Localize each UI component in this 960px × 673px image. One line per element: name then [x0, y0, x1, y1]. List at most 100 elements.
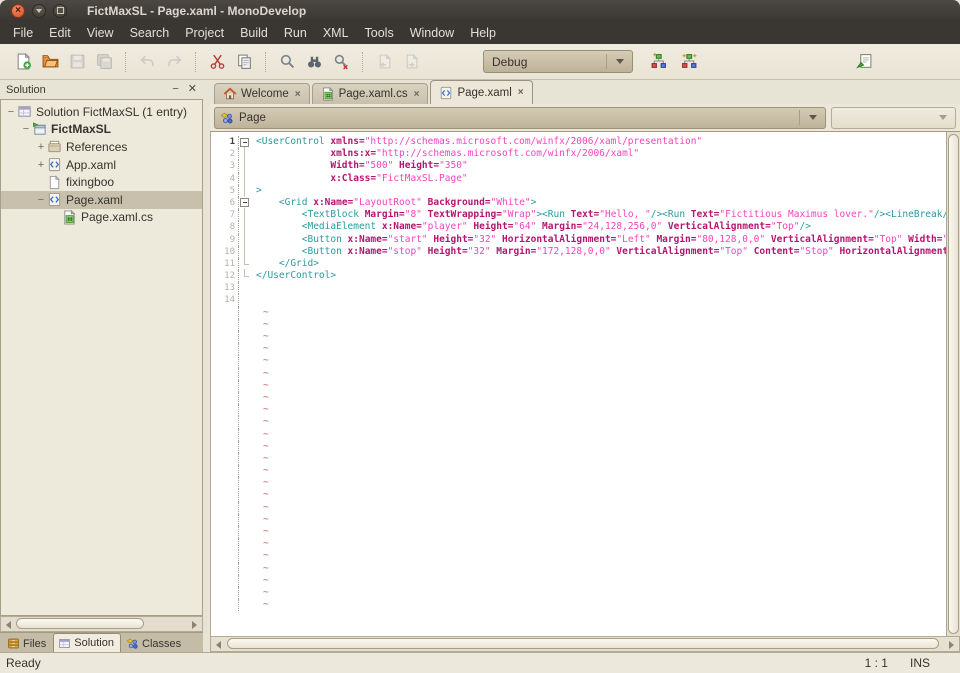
- menu-search[interactable]: Search: [122, 24, 178, 42]
- tree-expander-icon[interactable]: −: [5, 106, 17, 118]
- tab-close-icon[interactable]: ×: [414, 89, 420, 100]
- tab-page-xaml[interactable]: Page.xaml×: [430, 80, 532, 104]
- close-button[interactable]: ×: [11, 4, 25, 18]
- find-replace-button[interactable]: [328, 49, 355, 74]
- code-line[interactable]: 5>: [211, 185, 947, 197]
- menu-view[interactable]: View: [79, 24, 122, 42]
- panel-minimize-button[interactable]: −: [172, 84, 178, 95]
- empty-line[interactable]: ~: [211, 526, 947, 538]
- fold-marker-icon[interactable]: [238, 136, 252, 148]
- empty-line[interactable]: ~: [211, 575, 947, 587]
- menu-edit[interactable]: Edit: [41, 24, 79, 42]
- empty-line[interactable]: ~: [211, 429, 947, 441]
- add-class-hierarchy-button[interactable]: [676, 49, 703, 74]
- code-line[interactable]: 3 Width="500" Height="350": [211, 160, 947, 172]
- empty-line[interactable]: ~: [211, 404, 947, 416]
- code-line[interactable]: 14: [211, 294, 947, 306]
- pad-tab-solution[interactable]: Solution: [53, 633, 121, 652]
- copy-button[interactable]: [231, 49, 258, 74]
- empty-line[interactable]: ~: [211, 514, 947, 526]
- code-line[interactable]: 8 <MediaElement x:Name="player" Height="…: [211, 221, 947, 233]
- empty-line[interactable]: ~: [211, 465, 947, 477]
- menu-project[interactable]: Project: [177, 24, 232, 42]
- empty-line[interactable]: ~: [211, 368, 947, 380]
- tree-item-page-xaml[interactable]: −Page.xaml: [1, 191, 202, 209]
- empty-line[interactable]: ~: [211, 489, 947, 501]
- editor-horizontal-scrollbar[interactable]: [210, 636, 960, 652]
- empty-line[interactable]: ~: [211, 331, 947, 343]
- tab-welcome[interactable]: Welcome×: [214, 83, 310, 104]
- empty-line[interactable]: ~: [211, 380, 947, 392]
- menu-window[interactable]: Window: [402, 24, 462, 42]
- code-line[interactable]: 13: [211, 282, 947, 294]
- menu-xml[interactable]: XML: [315, 24, 357, 42]
- tree-expander-icon[interactable]: +: [35, 141, 47, 153]
- empty-line[interactable]: ~: [211, 538, 947, 550]
- fold-marker-icon[interactable]: [238, 197, 252, 209]
- tree-expander-icon[interactable]: −: [20, 123, 32, 135]
- scroll-left-icon[interactable]: [216, 641, 221, 649]
- new-document-button[interactable]: [10, 49, 37, 74]
- empty-line[interactable]: ~: [211, 343, 947, 355]
- solution-horizontal-scrollbar[interactable]: [0, 616, 203, 632]
- tree-item-page-xaml-cs[interactable]: Page.xaml.cs: [1, 209, 202, 227]
- path-selector[interactable]: Page: [214, 107, 826, 129]
- scroll-right-icon[interactable]: [949, 641, 954, 649]
- maximize-button[interactable]: [53, 4, 67, 18]
- menu-build[interactable]: Build: [232, 24, 276, 42]
- panel-close-button[interactable]: ✕: [188, 84, 197, 95]
- menu-help[interactable]: Help: [462, 24, 504, 42]
- pad-tab-classes[interactable]: Classes: [121, 635, 188, 652]
- scrollbar-thumb[interactable]: [948, 134, 959, 634]
- code-line[interactable]: 2 xmlns:x="http://schemas.microsoft.com/…: [211, 148, 947, 160]
- tree-item-references[interactable]: +References: [1, 138, 202, 156]
- empty-line[interactable]: ~: [211, 307, 947, 319]
- code-line[interactable]: 1<UserControl xmlns="http://schemas.micr…: [211, 136, 947, 148]
- class-hierarchy-button[interactable]: [645, 49, 672, 74]
- scroll-left-icon[interactable]: [6, 621, 11, 629]
- scrollbar-thumb[interactable]: [227, 638, 939, 649]
- tree-item-fixingboo[interactable]: fixingboo: [1, 173, 202, 191]
- empty-line[interactable]: ~: [211, 563, 947, 575]
- scrollbar-thumb[interactable]: [16, 618, 144, 629]
- empty-line[interactable]: ~: [211, 550, 947, 562]
- open-in-browser-button[interactable]: [851, 49, 878, 74]
- code-area[interactable]: 1<UserControl xmlns="http://schemas.micr…: [211, 132, 947, 636]
- code-line[interactable]: 10 <Button x:Name="stop" Height="32" Mar…: [211, 246, 947, 258]
- member-selector[interactable]: [831, 107, 956, 129]
- empty-line[interactable]: ~: [211, 392, 947, 404]
- tab-close-icon[interactable]: ×: [295, 89, 301, 100]
- tree-expander-icon[interactable]: +: [35, 159, 47, 171]
- find-in-files-button[interactable]: [301, 49, 328, 74]
- empty-line[interactable]: ~: [211, 477, 947, 489]
- menu-file[interactable]: File: [5, 24, 41, 42]
- cut-button[interactable]: [204, 49, 231, 74]
- configuration-selector[interactable]: Debug: [483, 50, 633, 73]
- empty-line[interactable]: ~: [211, 416, 947, 428]
- empty-line[interactable]: ~: [211, 587, 947, 599]
- code-line[interactable]: 9 <Button x:Name="start" Height="32" Hor…: [211, 234, 947, 246]
- tree-expander-icon[interactable]: −: [35, 194, 47, 206]
- code-line[interactable]: 12</UserControl>: [211, 270, 947, 282]
- search-button[interactable]: [274, 49, 301, 74]
- code-line[interactable]: 6 <Grid x:Name="LayoutRoot" Background="…: [211, 197, 947, 209]
- empty-line[interactable]: ~: [211, 453, 947, 465]
- tree-item-solution-fictmaxsl-1-entry[interactable]: −Solution FictMaxSL (1 entry): [1, 103, 202, 121]
- tree-item-fictmaxsl[interactable]: −FictMaxSL: [1, 121, 202, 139]
- empty-line[interactable]: ~: [211, 319, 947, 331]
- pad-tab-files[interactable]: Files: [2, 635, 53, 652]
- code-line[interactable]: 11 </Grid>: [211, 258, 947, 270]
- code-editor[interactable]: 1<UserControl xmlns="http://schemas.micr…: [210, 132, 960, 636]
- minimize-button[interactable]: [32, 4, 46, 18]
- menu-tools[interactable]: Tools: [357, 24, 402, 42]
- empty-line[interactable]: ~: [211, 502, 947, 514]
- tree-item-app-xaml[interactable]: +App.xaml: [1, 156, 202, 174]
- scroll-right-icon[interactable]: [192, 621, 197, 629]
- menu-run[interactable]: Run: [276, 24, 315, 42]
- empty-line[interactable]: ~: [211, 355, 947, 367]
- code-line[interactable]: 7 <TextBlock Margin="8" TextWrapping="Wr…: [211, 209, 947, 221]
- empty-line[interactable]: ~: [211, 441, 947, 453]
- empty-line[interactable]: ~: [211, 599, 947, 611]
- open-folder-button[interactable]: [37, 49, 64, 74]
- tab-close-icon[interactable]: ×: [518, 87, 524, 98]
